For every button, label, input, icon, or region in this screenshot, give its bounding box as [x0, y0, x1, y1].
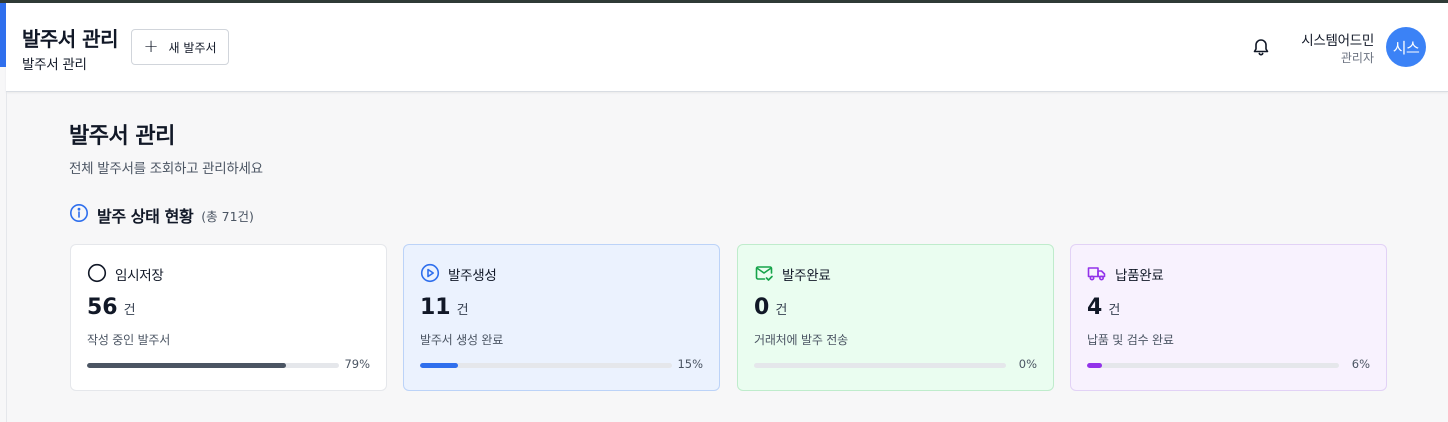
status-card-ordered[interactable]: 발주완료 0 건 거래처에 발주 전송 0% [737, 244, 1054, 391]
user-role: 관리자 [1340, 51, 1374, 65]
progress-track [754, 363, 1006, 368]
user-name: 시스템어드민 [1301, 33, 1374, 49]
avatar[interactable]: 시스 [1386, 27, 1426, 67]
plus-icon: + [143, 36, 159, 57]
status-card-draft[interactable]: 임시저장 56 건 작성 중인 발주서 79% [70, 244, 387, 391]
header-breadcrumb: 발주서 관리 [22, 57, 87, 73]
bell-icon[interactable] [1252, 37, 1270, 57]
card-count: 0 [754, 295, 770, 320]
card-unit: 건 [456, 303, 469, 318]
active-nav-indicator [0, 3, 6, 67]
card-description: 작성 중인 발주서 [87, 333, 171, 347]
page-description: 전체 발주서를 조회하고 관리하세요 [69, 161, 263, 177]
card-description: 납품 및 검수 완료 [1087, 333, 1174, 347]
truck-icon [1087, 263, 1107, 283]
header-title: 발주서 관리 [22, 27, 118, 51]
card-unit: 건 [123, 303, 136, 318]
progress-track [87, 363, 339, 368]
card-label: 발주완료 [782, 268, 831, 284]
info-icon [69, 203, 89, 227]
section-title: 발주 상태 현황 [97, 207, 194, 226]
progress-percent: 6% [1351, 357, 1370, 371]
card-unit: 건 [1108, 303, 1121, 318]
progress-percent: 0% [1018, 357, 1037, 371]
card-count: 11 [420, 295, 451, 320]
card-description: 거래처에 발주 전송 [754, 333, 848, 347]
progress-fill [420, 363, 458, 368]
progress-track [420, 363, 672, 368]
card-unit: 건 [775, 303, 788, 318]
card-count: 56 [87, 295, 118, 320]
card-label: 발주생성 [448, 268, 497, 284]
card-value: 0 건 [754, 295, 787, 320]
progress-percent: 15% [677, 357, 703, 371]
top-header: 발주서 관리 발주서 관리 + 새 발주서 시스템어드민 관리자 시스 [6, 3, 1448, 92]
progress-percent: 79% [344, 357, 370, 371]
play-circle-icon [420, 263, 440, 283]
progress-fill [1087, 363, 1103, 368]
card-description: 발주서 생성 완료 [420, 333, 504, 347]
progress-fill [87, 363, 287, 368]
card-label: 임시저장 [115, 268, 164, 284]
sidebar-edge [6, 92, 7, 422]
section-header: 발주 상태 현황 (총 71건) [69, 203, 254, 227]
mail-check-icon [754, 263, 774, 283]
progress-track [1087, 363, 1339, 368]
card-value: 56 건 [87, 295, 136, 320]
section-total-count: (총 71건) [201, 208, 254, 224]
status-card-delivered[interactable]: 납품완료 4 건 납품 및 검수 완료 6% [1070, 244, 1387, 391]
card-count: 4 [1087, 295, 1103, 320]
new-order-button[interactable]: + 새 발주서 [131, 29, 229, 65]
status-card-created[interactable]: 발주생성 11 건 발주서 생성 완료 15% [403, 244, 720, 391]
new-order-button-label: 새 발주서 [168, 40, 217, 55]
card-value: 4 건 [1087, 295, 1120, 320]
page-title: 발주서 관리 [69, 124, 175, 149]
circle-icon [87, 263, 107, 283]
card-label: 납품완료 [1115, 268, 1164, 284]
card-value: 11 건 [420, 295, 469, 320]
